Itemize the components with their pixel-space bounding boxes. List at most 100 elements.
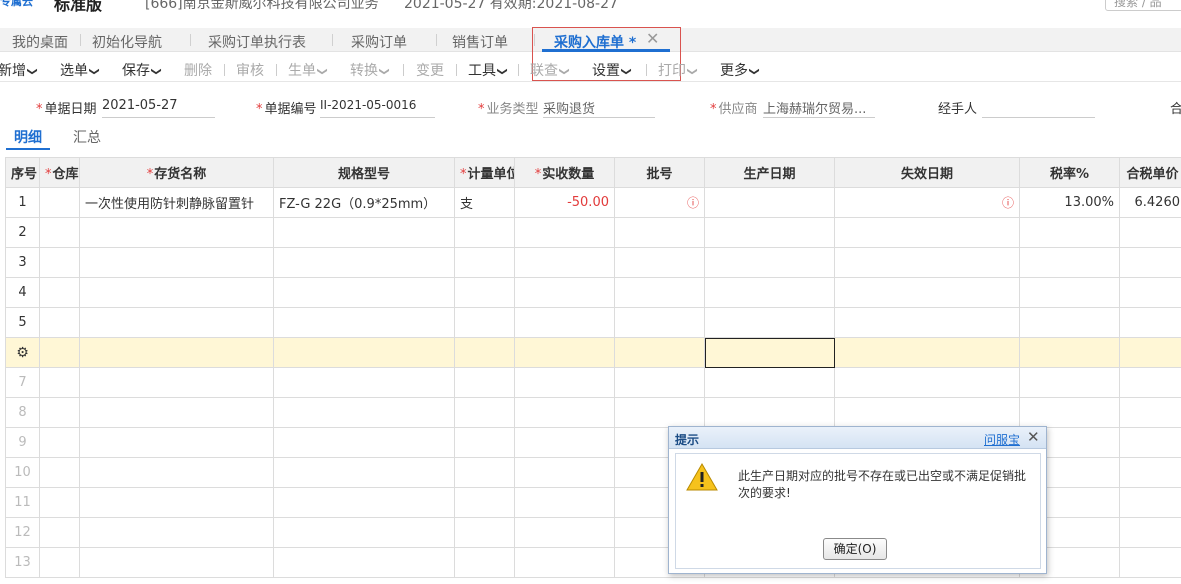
batch-cell[interactable]: [614, 217, 705, 248]
item-name-cell[interactable]: [79, 427, 274, 458]
col-prod-date[interactable]: 生产日期: [704, 157, 835, 188]
qty-cell[interactable]: [514, 337, 615, 368]
unit-price-cell[interactable]: 6.4260: [1119, 187, 1181, 218]
prod-date-cell-focused[interactable]: [704, 337, 835, 368]
query-button[interactable]: 联查❯: [530, 60, 570, 80]
item-name-cell[interactable]: [79, 517, 274, 548]
qty-cell[interactable]: [514, 517, 615, 548]
batch-cell[interactable]: [614, 307, 705, 338]
tab-po-execution[interactable]: 采购订单执行表: [208, 32, 306, 52]
exp-date-cell[interactable]: ⓘ: [834, 187, 1020, 218]
exp-date-cell[interactable]: [834, 367, 1020, 398]
qty-cell[interactable]: [514, 247, 615, 278]
item-name-cell[interactable]: [79, 337, 274, 368]
warehouse-cell[interactable]: [39, 217, 80, 248]
item-name-cell[interactable]: [79, 247, 274, 278]
unit-cell[interactable]: [454, 427, 515, 458]
col-qty[interactable]: *实收数量: [514, 157, 615, 188]
unit-price-cell[interactable]: [1119, 307, 1181, 338]
warehouse-cell[interactable]: [39, 487, 80, 518]
warehouse-cell[interactable]: [39, 547, 80, 578]
exp-date-cell[interactable]: [834, 397, 1020, 428]
new-button[interactable]: 新增❯: [0, 60, 38, 80]
item-name-cell[interactable]: [79, 367, 274, 398]
convert-button[interactable]: 转换❯: [350, 60, 390, 80]
col-unit-price[interactable]: 合税单价: [1119, 157, 1181, 188]
warehouse-cell[interactable]: [39, 277, 80, 308]
spec-cell[interactable]: [273, 277, 455, 308]
tax-rate-cell[interactable]: [1019, 397, 1120, 428]
ok-button[interactable]: 确定(O): [823, 538, 887, 560]
row-settings-button[interactable]: ⚙: [5, 337, 40, 368]
spec-cell[interactable]: [273, 487, 455, 518]
spec-cell[interactable]: [273, 247, 455, 278]
warehouse-cell[interactable]: [39, 247, 80, 278]
spec-cell[interactable]: [273, 217, 455, 248]
qty-cell[interactable]: [514, 547, 615, 578]
delete-button[interactable]: 删除: [184, 60, 212, 80]
warehouse-cell[interactable]: [39, 517, 80, 548]
unit-cell[interactable]: [454, 547, 515, 578]
prod-date-cell[interactable]: [704, 187, 835, 218]
unit-cell[interactable]: [454, 217, 515, 248]
batch-cell[interactable]: [614, 277, 705, 308]
exp-date-cell[interactable]: [834, 277, 1020, 308]
tax-rate-cell[interactable]: [1019, 217, 1120, 248]
warehouse-cell[interactable]: [39, 367, 80, 398]
code-field[interactable]: II-2021-05-0016: [320, 98, 435, 118]
tax-rate-cell[interactable]: [1019, 337, 1120, 368]
unit-price-cell[interactable]: [1119, 277, 1181, 308]
dialog-title-bar[interactable]: 提示 问服宝 ✕: [669, 427, 1046, 449]
spec-cell[interactable]: [273, 397, 455, 428]
col-warehouse[interactable]: *仓库: [39, 157, 80, 188]
warehouse-cell[interactable]: [39, 337, 80, 368]
unit-price-cell[interactable]: [1119, 337, 1181, 368]
item-name-cell[interactable]: [79, 397, 274, 428]
qty-cell[interactable]: [514, 397, 615, 428]
exp-date-cell[interactable]: [834, 307, 1020, 338]
spec-cell[interactable]: [273, 517, 455, 548]
settings-button[interactable]: 设置❯: [592, 60, 632, 80]
unit-cell[interactable]: [454, 367, 515, 398]
prod-date-cell[interactable]: [704, 247, 835, 278]
unit-price-cell[interactable]: [1119, 427, 1181, 458]
prod-date-cell[interactable]: [704, 217, 835, 248]
warehouse-cell[interactable]: [39, 307, 80, 338]
spec-cell[interactable]: FZ-G 22G（0.9*25mm）: [273, 187, 455, 218]
unit-cell[interactable]: [454, 487, 515, 518]
qty-cell[interactable]: [514, 427, 615, 458]
help-link[interactable]: 问服宝: [984, 431, 1020, 448]
exp-date-cell[interactable]: [834, 217, 1020, 248]
unit-price-cell[interactable]: [1119, 547, 1181, 578]
tools-button[interactable]: 工具❯: [468, 60, 508, 80]
handler-field[interactable]: [982, 98, 1095, 118]
col-unit[interactable]: *计量单位: [454, 157, 515, 188]
item-name-cell[interactable]: [79, 277, 274, 308]
prod-date-cell[interactable]: [704, 397, 835, 428]
unit-price-cell[interactable]: [1119, 517, 1181, 548]
select-button[interactable]: 选单❯: [60, 60, 100, 80]
exp-date-cell[interactable]: [834, 337, 1020, 368]
global-search-input[interactable]: 搜索 / 品: [1105, 0, 1181, 11]
tax-rate-cell[interactable]: [1019, 247, 1120, 278]
warehouse-cell[interactable]: [39, 187, 80, 218]
batch-cell[interactable]: [614, 337, 705, 368]
tax-rate-cell[interactable]: [1019, 277, 1120, 308]
qty-cell[interactable]: [514, 487, 615, 518]
prod-date-cell[interactable]: [704, 277, 835, 308]
qty-cell[interactable]: [514, 307, 615, 338]
subtab-summary[interactable]: 汇总: [73, 127, 101, 147]
unit-price-cell[interactable]: [1119, 457, 1181, 488]
unit-price-cell[interactable]: [1119, 487, 1181, 518]
generate-button[interactable]: 生单❯: [288, 60, 328, 80]
close-icon[interactable]: ✕: [1027, 428, 1040, 446]
tab-sales-order[interactable]: 销售订单: [452, 32, 508, 52]
batch-cell[interactable]: [614, 367, 705, 398]
spec-cell[interactable]: [273, 337, 455, 368]
col-tax-rate[interactable]: 税率%: [1019, 157, 1120, 188]
col-item-name[interactable]: *存货名称: [79, 157, 274, 188]
batch-cell[interactable]: [614, 397, 705, 428]
batch-cell[interactable]: [614, 247, 705, 278]
subtab-detail[interactable]: 明细: [14, 127, 42, 147]
supplier-field[interactable]: 上海赫瑞尔贸易...: [763, 98, 875, 118]
